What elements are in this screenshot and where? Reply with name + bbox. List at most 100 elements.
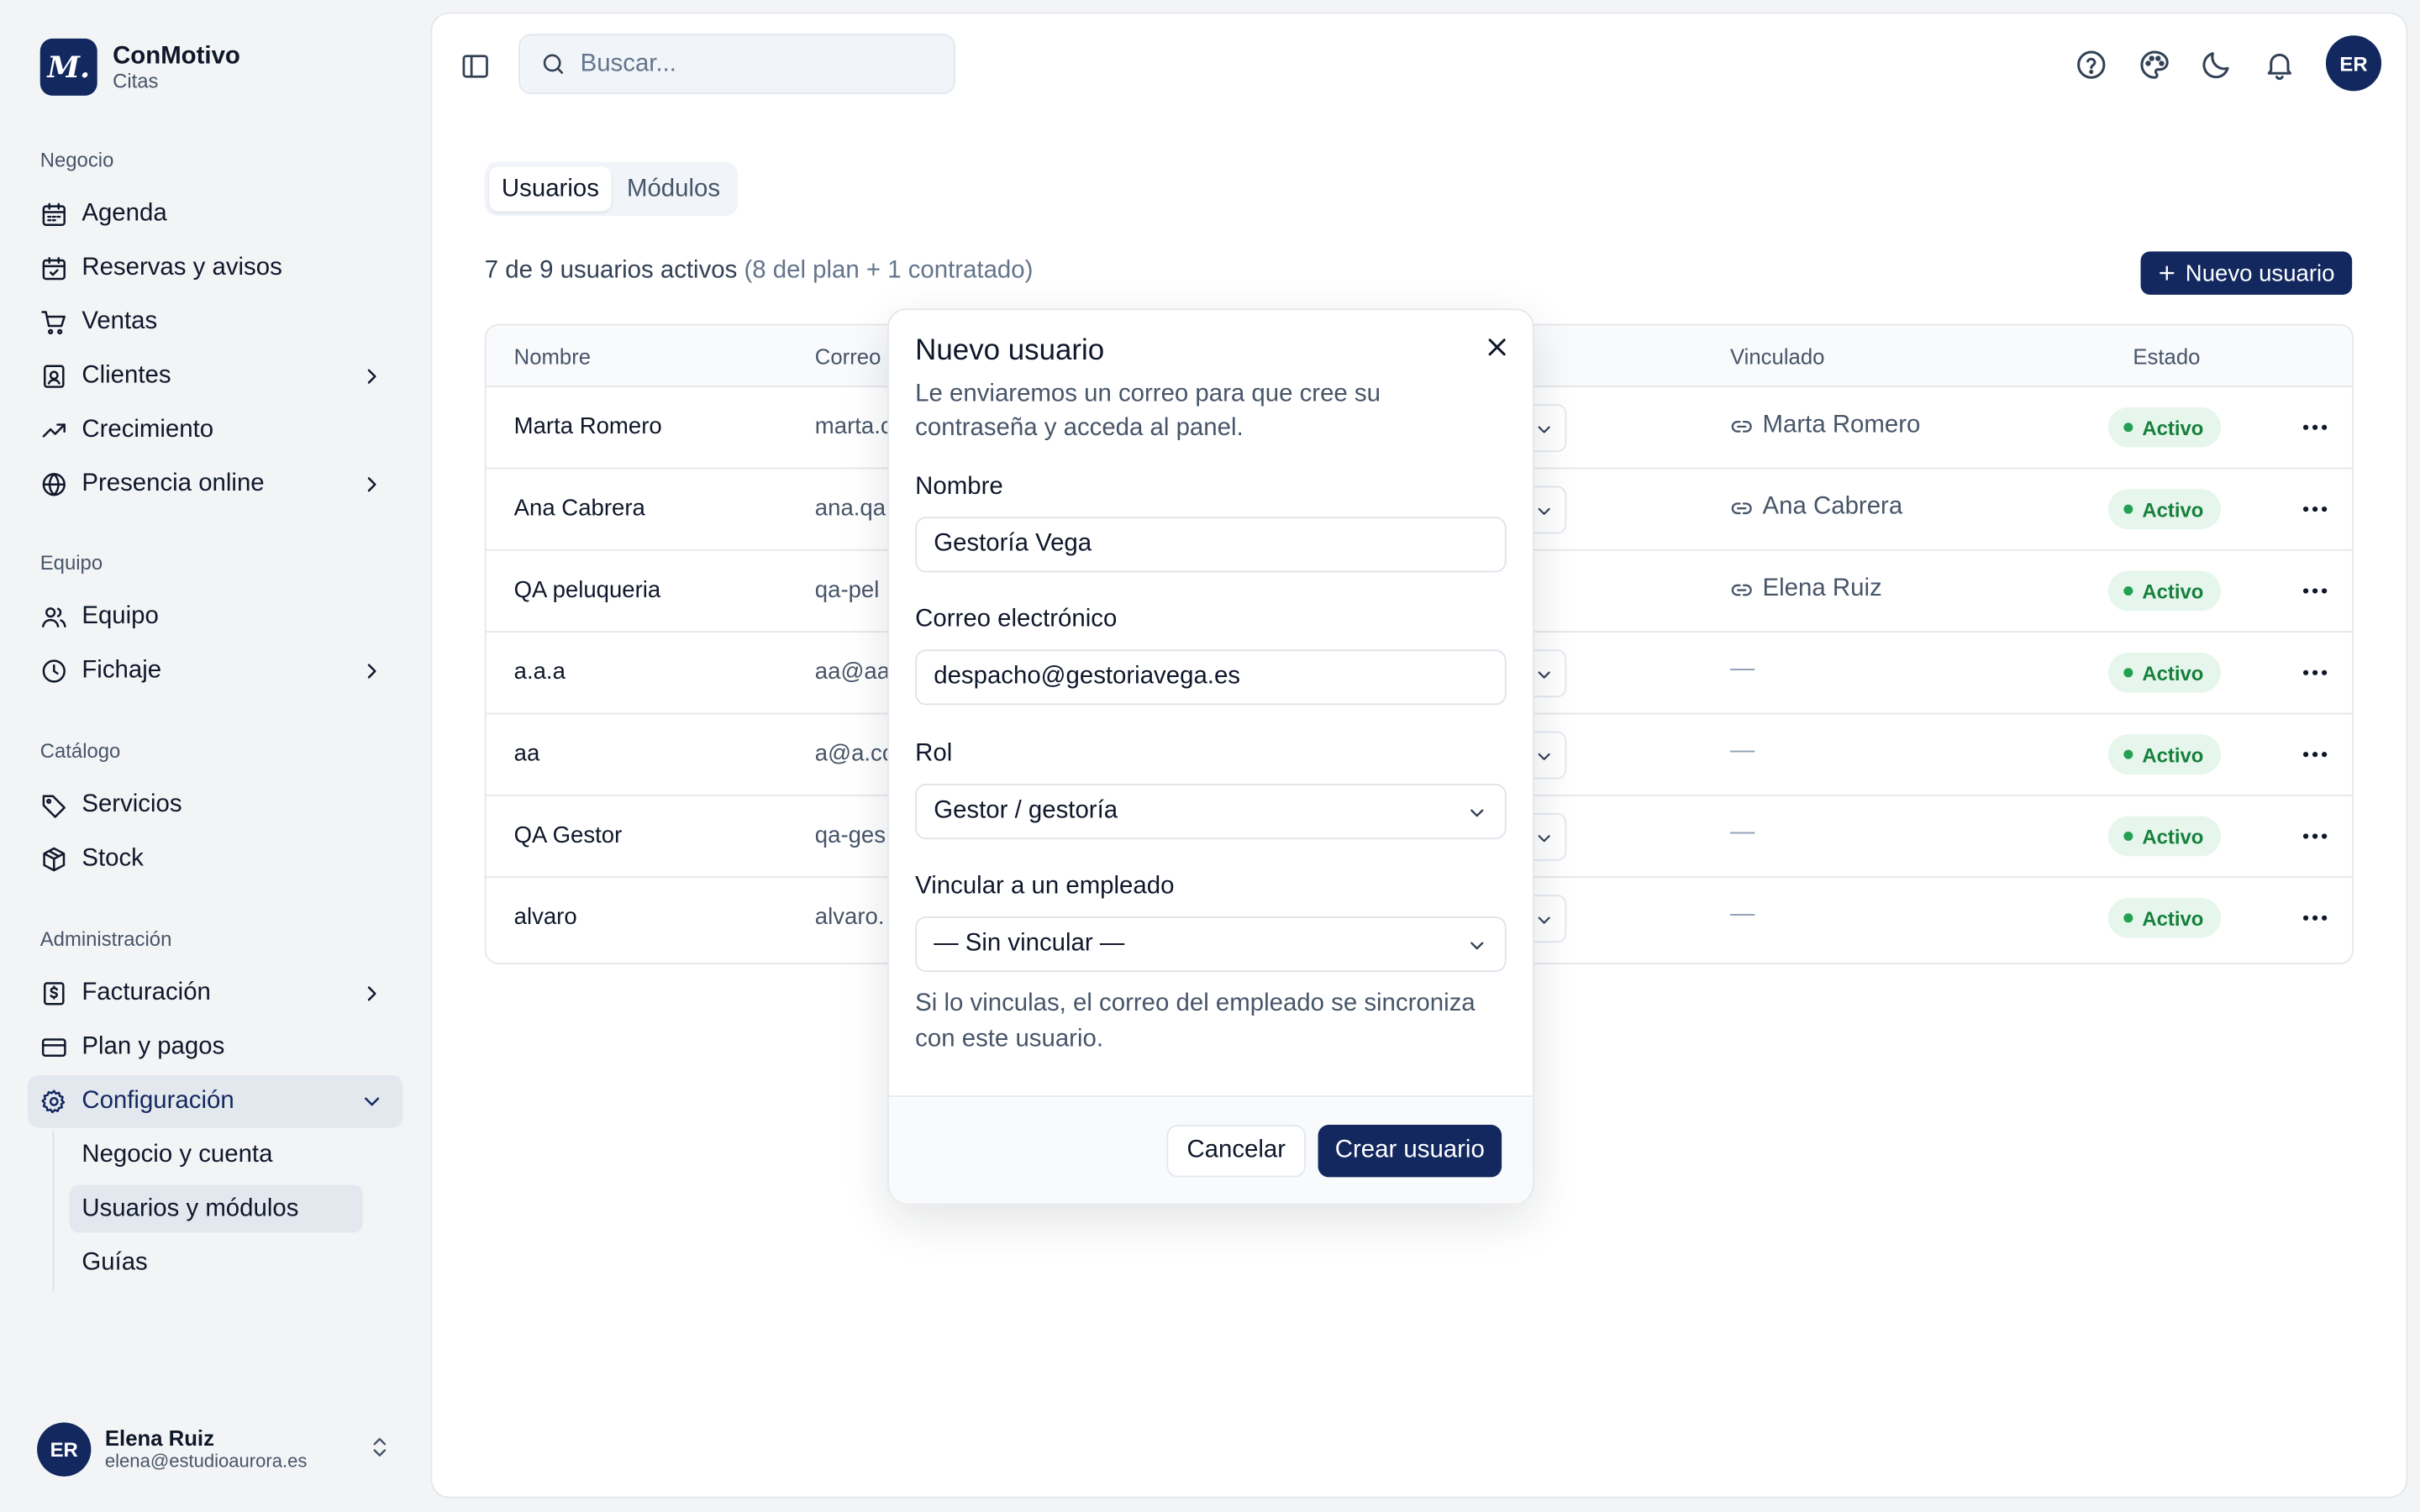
chevron-right-icon <box>367 369 376 384</box>
help-icon[interactable] <box>2075 48 2108 81</box>
email-field[interactable] <box>915 649 1507 706</box>
sidebar-item-label: Configuración <box>82 1087 234 1115</box>
sidebar-subitem-guias[interactable]: Guías <box>70 1239 363 1287</box>
status-label: Activo <box>2142 661 2204 685</box>
sidebar-item-label: Presencia online <box>82 470 265 497</box>
new-user-dialog: Nuevo usuario Le enviaremos un correo pa… <box>887 308 1534 1204</box>
sidebar-item-facturacion[interactable]: Facturación <box>28 968 402 1020</box>
more-options-icon[interactable] <box>2300 660 2331 685</box>
header-avatar[interactable]: ER <box>2325 35 2382 92</box>
status-label: Activo <box>2142 906 2204 930</box>
column-header-vinculado: Vinculado <box>1729 344 1825 369</box>
row-linked-empty: — <box>1729 900 1755 927</box>
sidebar-item-label: Ventas <box>82 308 158 335</box>
more-options-icon[interactable] <box>2300 496 2331 521</box>
chevron-right-icon <box>367 477 376 492</box>
more-options-icon[interactable] <box>2300 742 2331 766</box>
sidebar-item-presencia[interactable]: Presencia online <box>28 459 402 511</box>
avatar: ER <box>37 1421 92 1476</box>
row-linked-name: Ana Cabrera <box>1762 493 1903 520</box>
status-badge: Activo <box>2107 407 2221 448</box>
role-select[interactable]: Gestor / gestoría <box>915 784 1507 840</box>
credit-card-icon <box>41 1038 66 1058</box>
sidebar-subitem-negocio-cuenta[interactable]: Negocio y cuenta <box>70 1131 363 1179</box>
sidebar-item-label: Plan y pagos <box>82 1033 225 1060</box>
close-icon[interactable] <box>1485 335 1509 360</box>
column-header-nombre: Nombre <box>513 344 592 369</box>
trending-up-icon <box>42 423 66 438</box>
sidebar-item-fichaje[interactable]: Fichaje <box>28 645 402 697</box>
users-count: 7 de 9 usuarios activos <box>484 257 738 284</box>
user-menu[interactable]: ER Elena Ruiz elena@estudioaurora.es <box>37 1420 395 1478</box>
cart-icon <box>41 311 66 335</box>
sidebar-item-stock[interactable]: Stock <box>28 833 402 885</box>
palette-icon[interactable] <box>2138 48 2171 81</box>
row-name: Marta Romero <box>513 413 662 440</box>
status-label: Activo <box>2142 743 2204 766</box>
sidebar-item-crecimiento[interactable]: Crecimiento <box>28 404 402 456</box>
tag-icon <box>42 795 66 818</box>
tab-modulos[interactable]: Módulos <box>614 166 732 211</box>
more-options-icon[interactable] <box>2300 824 2331 848</box>
brand-logo: M. <box>39 38 97 96</box>
sidebar-item-label: Reservas y avisos <box>82 255 282 281</box>
row-name: alvaro <box>513 904 577 931</box>
cancel-button[interactable]: Cancelar <box>1166 1124 1306 1178</box>
link-employee-select[interactable]: — Sin vincular — <box>915 916 1507 973</box>
users-icon <box>41 607 66 627</box>
name-field[interactable] <box>915 517 1507 573</box>
bell-icon[interactable] <box>2263 48 2296 81</box>
globe-icon <box>42 472 66 496</box>
new-user-button[interactable]: Nuevo usuario <box>2140 251 2352 295</box>
sidebar-subitem-usuarios-modulos[interactable]: Usuarios y módulos <box>69 1184 363 1233</box>
chevron-right-icon <box>367 664 376 679</box>
more-options-icon[interactable] <box>2300 906 2331 930</box>
create-user-button[interactable]: Crear usuario <box>1318 1124 1502 1178</box>
role-label: Rol <box>915 740 953 767</box>
sidebar-item-label: Servicios <box>82 791 182 818</box>
sidebar-item-clientes[interactable]: Clientes <box>28 350 402 402</box>
sidebar-item-equipo[interactable]: Equipo <box>28 591 402 643</box>
row-name: a.a.a <box>513 659 566 685</box>
moon-icon[interactable] <box>2199 48 2233 81</box>
more-options-icon[interactable] <box>2300 579 2331 603</box>
role-selected-value: Gestor / gestoría <box>934 797 1118 824</box>
app-root: M. ConMotivo Citas Negocio Agenda Reserv… <box>0 0 2420 1512</box>
more-options-icon[interactable] <box>2300 415 2331 439</box>
link-icon <box>1731 583 1752 596</box>
search-box[interactable] <box>518 34 955 95</box>
sidebar-item-configuracion[interactable]: Configuración <box>28 1075 403 1128</box>
dialog-description: Le enviaremos un correo para que cree su… <box>915 381 1381 442</box>
chevron-down-icon <box>1538 426 1550 433</box>
column-header-correo: Correo <box>814 344 881 369</box>
status-label: Activo <box>2142 824 2204 848</box>
tabs: Usuarios Módulos <box>484 161 738 217</box>
chevron-down-icon <box>1538 507 1550 515</box>
sidebar-item-reservas[interactable]: Reservas y avisos <box>28 242 402 294</box>
nav-group-catalogo: Catálogo <box>39 738 121 763</box>
contact-card-icon <box>44 365 65 388</box>
row-name: Ana Cabrera <box>513 495 645 522</box>
calendar-check-icon <box>42 256 66 281</box>
sidebar-item-agenda[interactable]: Agenda <box>28 188 402 240</box>
status-badge: Activo <box>2107 734 2221 775</box>
chevron-down-icon <box>1470 942 1484 950</box>
users-summary: 7 de 9 usuarios activos (8 del plan + 1 … <box>485 258 1034 286</box>
name-label: Nombre <box>915 473 1003 501</box>
user-name: Elena Ruiz <box>104 1425 214 1451</box>
brand-subtitle: Citas <box>113 68 159 92</box>
sidebar-toggle-icon[interactable] <box>460 51 491 82</box>
nav-group-negocio: Negocio <box>39 148 114 171</box>
tab-usuarios[interactable]: Usuarios <box>489 166 612 212</box>
sidebar-item-plan[interactable]: Plan y pagos <box>28 1021 402 1074</box>
dialog-footer: Cancelar Crear usuario <box>888 1095 1533 1204</box>
sidebar-item-ventas[interactable]: Ventas <box>28 297 402 349</box>
row-linked: Marta Romero <box>1730 412 1920 439</box>
chevron-down-icon <box>1538 671 1550 679</box>
row-name: QA Gestor <box>513 822 623 849</box>
email-label: Correo electrónico <box>915 606 1118 633</box>
link-employee-label: Vincular a un empleado <box>915 873 1175 900</box>
brand[interactable]: M. ConMotivo Citas <box>39 38 240 96</box>
search-input[interactable] <box>580 50 936 78</box>
sidebar-item-servicios[interactable]: Servicios <box>28 780 402 832</box>
